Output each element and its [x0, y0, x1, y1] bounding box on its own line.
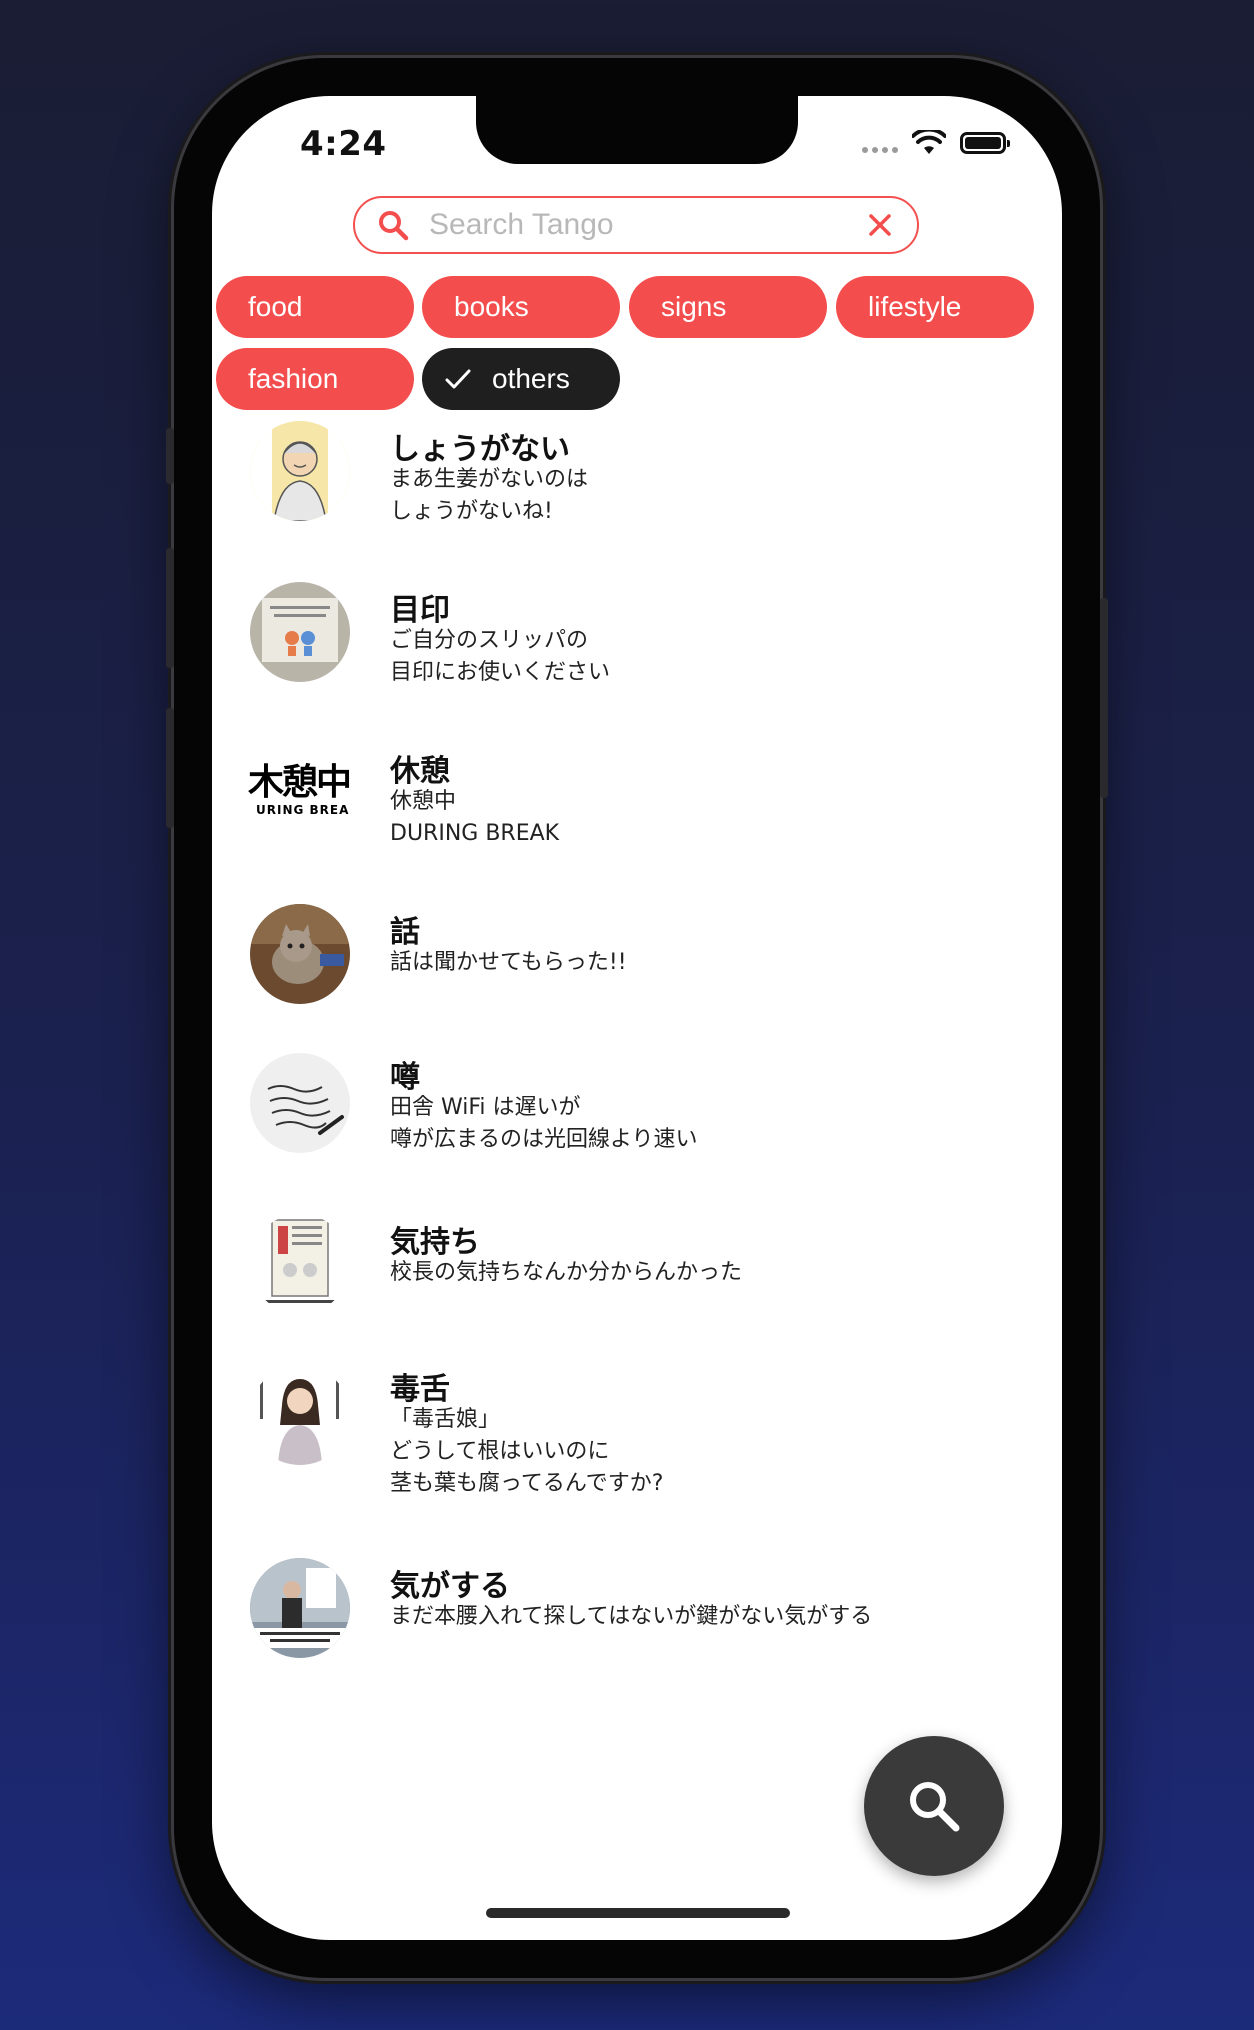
chip-food[interactable]: food [216, 276, 414, 338]
example-line: ご自分のスリッパの [390, 628, 589, 653]
power-button [1100, 598, 1108, 798]
chip-books[interactable]: books [422, 276, 620, 338]
cellular-signal-icon [862, 147, 898, 153]
break-sign-sub-text: URING BREA [256, 803, 350, 817]
home-indicator[interactable] [486, 1908, 790, 1918]
woman-illustration-icon [250, 1365, 350, 1465]
book-cover-icon [250, 1214, 350, 1314]
chip-label: others [492, 363, 570, 394]
example-line: まだ本腰入れて探してはないが鍵がない気がする [390, 1604, 873, 1629]
chip-label: lifestyle [868, 291, 962, 322]
word-example: 「毒舌娘」 どうして根はいいのに 茎も葉も腐ってるんですか? [390, 1404, 663, 1500]
example-line: 休憩中 [390, 789, 457, 814]
example-line: どうして根はいいのに [390, 1439, 610, 1464]
wifi-icon [912, 130, 946, 154]
word-thumbnail: 木憩中 URING BREA [248, 743, 352, 843]
cat-photo-icon [250, 904, 350, 1004]
chip-label: fashion [248, 363, 339, 394]
search-icon [910, 1782, 960, 1832]
clear-icon[interactable] [865, 210, 895, 240]
word-thumbnail [250, 1214, 350, 1314]
app-screen: 4:24 food [212, 96, 1062, 1940]
mute-switch [166, 428, 174, 484]
chip-others[interactable]: others [422, 348, 620, 410]
example-line: 「毒舌娘」 [390, 1407, 501, 1432]
chip-label: books [454, 291, 529, 322]
example-line: しょうがないね! [390, 499, 553, 524]
word-example: 話は聞かせてもらった!! [390, 947, 627, 979]
word-title: しょうがない [390, 432, 570, 467]
chip-signs[interactable]: signs [629, 276, 827, 338]
word-example: ご自分のスリッパの 目印にお使いください [390, 625, 610, 689]
word-example: 校長の気持ちなんか分からんかった [390, 1257, 742, 1289]
volume-down-button [166, 708, 174, 828]
word-title: 目印 [390, 593, 450, 628]
word-title: 気持ち [390, 1225, 480, 1260]
word-thumbnail [250, 421, 350, 521]
search-icon [379, 211, 409, 241]
search-fab-button[interactable] [864, 1736, 1004, 1876]
chip-label: signs [661, 291, 727, 322]
word-thumbnail [250, 1053, 350, 1153]
example-line: 噂が広まるのは光回線より速い [390, 1127, 698, 1152]
status-time: 4:24 [300, 124, 387, 164]
person-photo-icon [250, 1558, 350, 1658]
old-man-illustration-icon [250, 421, 350, 521]
word-example: まだ本腰入れて探してはないが鍵がない気がする [390, 1601, 872, 1633]
search-input[interactable] [427, 207, 865, 243]
word-example: まあ生姜がないのは しょうがないね! [390, 464, 588, 528]
battery-icon [960, 132, 1010, 154]
word-thumbnail [250, 582, 350, 682]
word-title: 話 [390, 915, 420, 950]
handwriting-note-icon [250, 1053, 350, 1153]
word-thumbnail [250, 904, 350, 1004]
chip-fashion[interactable]: fashion [216, 348, 414, 410]
search-bar[interactable] [353, 196, 919, 254]
phone-frame: 4:24 food [166, 58, 1108, 1978]
notch [476, 96, 798, 164]
word-title: 毒舌 [390, 1372, 450, 1407]
word-title: 休憩 [390, 754, 450, 789]
chip-lifestyle[interactable]: lifestyle [836, 276, 1034, 338]
example-line: 田舎 WiFi は遅いが [390, 1095, 581, 1120]
example-line: 茎も葉も腐ってるんですか? [390, 1471, 664, 1496]
example-line: DURING BREAK [390, 821, 560, 846]
example-line: 目印にお使いください [390, 660, 611, 685]
example-line: まあ生姜がないのは [390, 467, 589, 492]
word-title: 噂 [390, 1060, 420, 1095]
word-thumbnail [250, 1365, 350, 1465]
word-example: 田舎 WiFi は遅いが 噂が広まるのは光回線より速い [390, 1092, 698, 1156]
word-title: 気がする [390, 1569, 510, 1604]
example-line: 話は聞かせてもらった!! [390, 950, 627, 975]
volume-up-button [166, 548, 174, 668]
word-example: 休憩中 DURING BREAK [390, 786, 559, 850]
slippers-sign-photo-icon [250, 582, 350, 682]
break-sign-main-text: 木憩中 [248, 762, 352, 803]
word-thumbnail [250, 1558, 350, 1658]
chip-label: food [248, 291, 303, 322]
status-icons [862, 130, 1010, 156]
check-icon [445, 369, 471, 389]
example-line: 校長の気持ちなんか分からんかった [390, 1260, 743, 1285]
